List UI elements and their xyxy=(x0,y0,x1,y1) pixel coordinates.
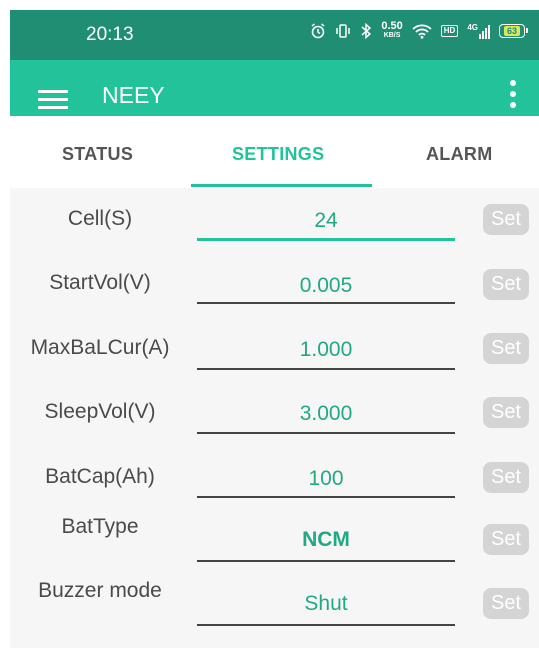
tab-settings[interactable]: SETTINGS xyxy=(232,144,324,165)
alarm-clock-icon xyxy=(311,23,325,39)
setting-row-max-bal-cur: MaxBaLCur(A) 1.000 Set xyxy=(10,331,539,395)
setting-label: SleepVol(V) xyxy=(44,400,156,423)
cells-input[interactable]: 24 xyxy=(197,209,455,241)
net-speed-value: 0.50 xyxy=(381,20,403,32)
bat-type-select[interactable]: NCM xyxy=(197,528,455,562)
set-button[interactable]: Set xyxy=(483,524,529,555)
status-bar: 20:13 0.50 KB/S HD 4G 63 xyxy=(10,10,539,60)
bat-cap-input[interactable]: 100 xyxy=(197,467,455,498)
battery-icon: 63 xyxy=(499,24,528,38)
set-button[interactable]: Set xyxy=(483,333,529,364)
buzzer-mode-select[interactable]: Shut xyxy=(197,592,455,626)
tab-bar: STATUS SETTINGS ALARM xyxy=(10,116,539,188)
setting-label: StartVol(V) xyxy=(49,271,151,294)
tab-indicator xyxy=(191,184,372,187)
signal-label: 4G xyxy=(467,23,478,32)
setting-label: MaxBaLCur(A) xyxy=(30,336,170,359)
net-speed: 0.50 KB/S xyxy=(381,20,403,40)
bluetooth-icon xyxy=(361,23,372,39)
set-button[interactable]: Set xyxy=(483,204,529,235)
setting-row-bat-type: BatType NCM Set xyxy=(10,515,539,579)
tab-alarm[interactable]: ALARM xyxy=(426,144,493,165)
setting-row-bat-cap: BatCap(Ah) 100 Set xyxy=(10,459,539,523)
wifi-icon xyxy=(412,24,432,39)
app-bar: NEEY xyxy=(10,60,539,116)
setting-label: BatCap(Ah) xyxy=(45,465,155,488)
hd-icon: HD xyxy=(440,25,459,37)
set-button[interactable]: Set xyxy=(483,462,529,493)
set-button[interactable]: Set xyxy=(483,397,529,428)
max-bal-cur-input[interactable]: 1.000 xyxy=(197,338,455,370)
status-time: 20:13 xyxy=(86,24,134,45)
start-vol-input[interactable]: 0.005 xyxy=(197,274,455,304)
net-speed-unit: KB/S xyxy=(383,32,401,39)
app-title: NEEY xyxy=(102,82,165,108)
setting-label: Cell(S) xyxy=(67,207,133,230)
sleep-vol-input[interactable]: 3.000 xyxy=(197,402,455,434)
menu-icon[interactable] xyxy=(38,90,68,110)
setting-label: Buzzer mode xyxy=(38,579,162,602)
tab-status[interactable]: STATUS xyxy=(62,144,133,165)
settings-panel: Cell(S) 24 Set StartVol(V) 0.005 Set Max… xyxy=(10,188,539,648)
signal-icon: 4G xyxy=(467,23,490,39)
set-button[interactable]: Set xyxy=(483,588,529,619)
status-icons: 0.50 KB/S HD 4G 63 xyxy=(310,20,528,40)
set-button[interactable]: Set xyxy=(483,269,529,300)
setting-row-start-vol: StartVol(V) 0.005 Set xyxy=(10,266,539,330)
battery-level: 63 xyxy=(503,26,520,36)
setting-row-buzzer-mode: Buzzer mode Shut Set xyxy=(10,577,539,641)
setting-row-sleep-vol: SleepVol(V) 3.000 Set xyxy=(10,395,539,459)
setting-label: BatType xyxy=(61,515,139,538)
setting-row-cells: Cell(S) 24 Set xyxy=(10,202,539,266)
more-vert-icon[interactable] xyxy=(510,80,516,113)
vibrate-icon xyxy=(336,24,351,38)
